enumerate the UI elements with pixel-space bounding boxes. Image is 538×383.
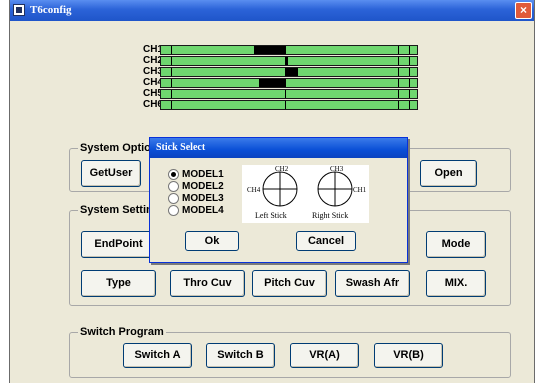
stick-select-dialog: Stick Select MODEL1 MODEL2 MODEL3 MODEL4… [149,137,408,263]
channel-bar [160,45,418,55]
channel-position-indicator [259,79,285,87]
bar-tick [171,101,172,109]
title-bar: T6config × [10,0,534,21]
model1-radio[interactable]: MODEL1 [168,169,224,180]
right-stick-side-label: CH1 [353,186,367,194]
dialog-title: Stick Select [150,138,407,158]
model4-label: MODEL4 [182,205,224,217]
right-stick-top-label: CH3 [330,165,344,173]
thro-cuv-button[interactable]: Thro Cuv [170,270,245,297]
channel-bar [160,100,418,110]
bar-tick [171,68,172,76]
bar-tick [398,90,399,98]
radio-selected-icon [168,169,179,180]
bar-tick [398,79,399,87]
bar-tick [409,46,410,54]
bar-tick [171,57,172,65]
switch-b-button[interactable]: Switch B [206,343,275,368]
bar-tick [398,68,399,76]
bar-tick [409,79,410,87]
cancel-button[interactable]: Cancel [296,231,356,251]
mix-button[interactable]: MIX. [426,270,486,297]
channel-position-indicator [285,57,288,65]
radio-icon [168,205,179,216]
bar-tick [409,90,410,98]
channel-label: CH6 [142,99,163,110]
bar-tick [285,79,286,87]
channel-label: CH3 [142,66,163,77]
bar-tick [285,46,286,54]
model2-label: MODEL2 [182,181,224,193]
radio-icon [168,193,179,204]
channel-bar [160,67,418,77]
channel-label: CH4 [142,77,163,88]
left-stick-icon [262,171,298,207]
bar-tick [285,101,286,109]
app-icon [13,4,25,16]
vr-b-button[interactable]: VR(B) [374,343,443,368]
model3-radio[interactable]: MODEL3 [168,193,224,204]
left-stick-side-label: CH4 [247,186,261,194]
bar-tick [398,46,399,54]
channel-bar [160,89,418,99]
open-button[interactable]: Open [420,160,477,187]
ok-button[interactable]: Ok [185,231,239,251]
pitch-cuv-button[interactable]: Pitch Cuv [252,270,327,297]
bar-tick [409,68,410,76]
left-stick-top-label: CH2 [275,165,289,173]
right-stick-label: Right Stick [312,211,349,220]
stick-diagram: CH2 CH4 CH3 CH1 Left Stick Right Stick [242,165,369,223]
system-options-legend: System Optio [80,142,151,154]
model4-radio[interactable]: MODEL4 [168,205,224,216]
channel-label: CH5 [142,88,163,99]
endpoint-button[interactable]: EndPoint [81,231,156,258]
channel-position-indicator [285,68,298,76]
type-button[interactable]: Type [81,270,156,297]
model1-label: MODEL1 [182,169,224,181]
model3-label: MODEL3 [182,193,224,205]
system-settings-legend: System Settin [80,204,153,216]
bar-tick [285,90,286,98]
switch-a-button[interactable]: Switch A [123,343,192,368]
bar-tick [398,57,399,65]
bar-tick [409,101,410,109]
vr-a-button[interactable]: VR(A) [290,343,359,368]
channel-position-indicator [254,46,285,54]
radio-icon [168,181,179,192]
mode-button[interactable]: Mode [426,231,486,258]
left-stick-label: Left Stick [255,211,287,220]
switch-program-legend: Switch Program [80,326,164,338]
channel-label: CH2 [142,55,163,66]
getuser-button[interactable]: GetUser [81,160,141,187]
right-stick-icon [317,171,353,207]
swash-afr-button[interactable]: Swash Afr [335,270,410,297]
channel-label: CH1 [142,44,163,55]
bar-tick [398,101,399,109]
channel-bar [160,56,418,66]
channel-bar [160,78,418,88]
model2-radio[interactable]: MODEL2 [168,181,224,192]
bar-tick [171,79,172,87]
window-title: T6config [30,4,72,16]
bar-tick [171,90,172,98]
close-button[interactable]: × [515,2,532,19]
bar-tick [409,57,410,65]
bar-tick [171,46,172,54]
